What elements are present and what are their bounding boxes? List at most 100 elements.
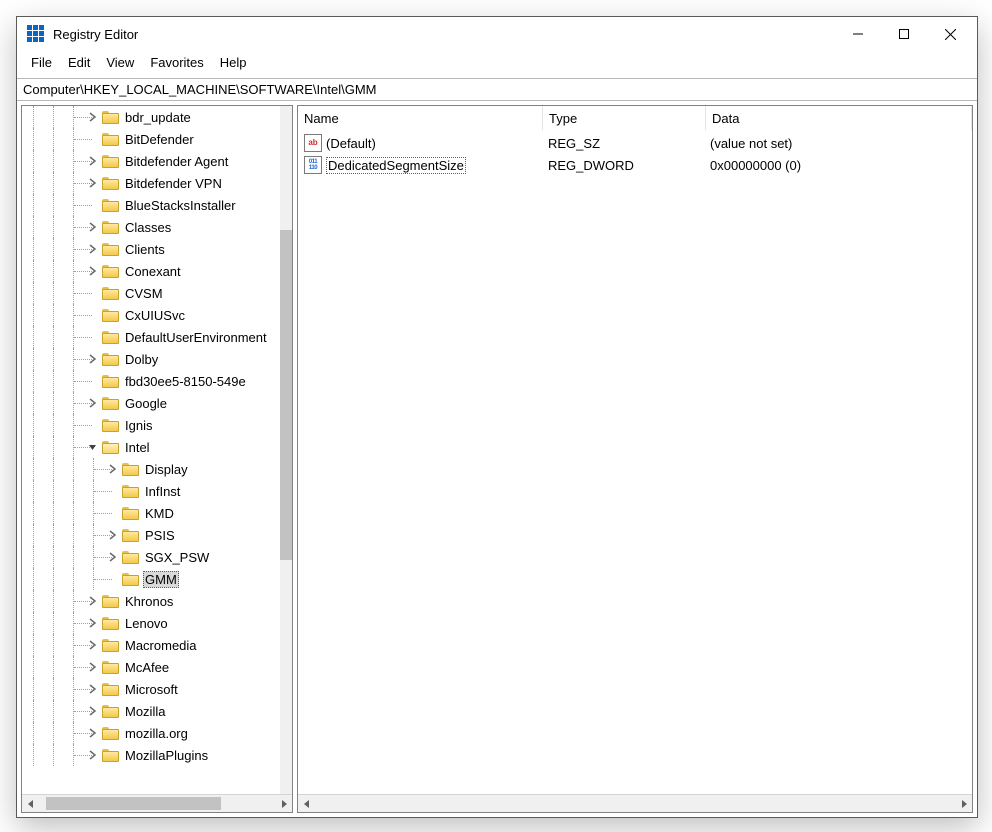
tree-item-label: SGX_PSW (143, 549, 211, 566)
tree-item[interactable]: Google (22, 392, 280, 414)
tree-item[interactable]: fbd30ee5-8150-549e (22, 370, 280, 392)
tree-item-label: PSIS (143, 527, 177, 544)
tree-item[interactable]: CxUIUSvc (22, 304, 280, 326)
tree-item[interactable]: Macromedia (22, 634, 280, 656)
column-name[interactable]: Name (298, 106, 543, 130)
expand-toggle[interactable] (106, 462, 120, 476)
menu-file[interactable]: File (23, 53, 60, 72)
tree-item-label: Dolby (123, 351, 160, 368)
folder-icon (102, 132, 119, 146)
scroll-right-icon[interactable] (275, 795, 292, 812)
menubar: File Edit View Favorites Help (17, 51, 977, 78)
menu-edit[interactable]: Edit (60, 53, 98, 72)
tree-item[interactable]: Bitdefender Agent (22, 150, 280, 172)
expand-toggle[interactable] (86, 660, 100, 674)
expand-toggle[interactable] (86, 638, 100, 652)
expand-toggle[interactable] (86, 110, 100, 124)
address-bar[interactable]: Computer\HKEY_LOCAL_MACHINE\SOFTWARE\Int… (17, 78, 977, 101)
tree-item[interactable]: McAfee (22, 656, 280, 678)
registry-tree[interactable]: bdr_update BitDefender Bitdefender Agent… (22, 106, 292, 794)
tree-item[interactable]: BitDefender (22, 128, 280, 150)
tree-item[interactable]: Clients (22, 238, 280, 260)
values-list[interactable]: ab (Default) REG_SZ (value not set) 0111… (298, 130, 972, 794)
tree-item[interactable]: Classes (22, 216, 280, 238)
tree-item-label: Conexant (123, 263, 183, 280)
titlebar[interactable]: Registry Editor (17, 17, 977, 51)
expand-toggle[interactable] (86, 176, 100, 190)
tree-item[interactable]: bdr_update (22, 106, 280, 128)
folder-icon (122, 572, 139, 586)
expand-toggle[interactable] (106, 550, 120, 564)
tree-item[interactable]: Display (22, 458, 280, 480)
tree-item[interactable]: Microsoft (22, 678, 280, 700)
expand-toggle[interactable] (86, 352, 100, 366)
tree-item[interactable]: Intel (22, 436, 280, 458)
expand-toggle[interactable] (86, 594, 100, 608)
expand-toggle[interactable] (86, 726, 100, 740)
scroll-right-icon[interactable] (955, 795, 972, 812)
column-type[interactable]: Type (543, 106, 706, 130)
value-data-label: 0x00000000 (0) (704, 158, 972, 173)
tree-item[interactable]: mozilla.org (22, 722, 280, 744)
value-row[interactable]: 011110 DedicatedSegmentSize REG_DWORD 0x… (298, 154, 972, 176)
tree-item[interactable]: Ignis (22, 414, 280, 436)
folder-icon (102, 374, 119, 388)
expand-toggle[interactable] (86, 682, 100, 696)
tree-vertical-scrollbar[interactable] (280, 106, 292, 794)
folder-icon (102, 616, 119, 630)
tree-item-label: Lenovo (123, 615, 170, 632)
list-horizontal-scrollbar[interactable] (298, 794, 972, 812)
expand-toggle[interactable] (86, 440, 100, 454)
tree-item-label: KMD (143, 505, 176, 522)
value-type-label: REG_DWORD (542, 158, 704, 173)
folder-icon (102, 748, 119, 762)
tree-item[interactable]: BlueStacksInstaller (22, 194, 280, 216)
maximize-button[interactable] (881, 19, 927, 49)
minimize-button[interactable] (835, 19, 881, 49)
tree-item-label: BlueStacksInstaller (123, 197, 238, 214)
tree-item[interactable]: DefaultUserEnvironment (22, 326, 280, 348)
menu-favorites[interactable]: Favorites (142, 53, 211, 72)
tree-item[interactable]: Dolby (22, 348, 280, 370)
tree-item[interactable]: SGX_PSW (22, 546, 280, 568)
tree-item-label: bdr_update (123, 109, 193, 126)
expand-toggle[interactable] (86, 242, 100, 256)
folder-icon (122, 528, 139, 542)
tree-item[interactable]: KMD (22, 502, 280, 524)
window-title: Registry Editor (53, 27, 138, 42)
folder-icon (122, 550, 139, 564)
tree-item[interactable]: MozillaPlugins (22, 744, 280, 766)
folder-icon (122, 462, 139, 476)
folder-icon (102, 440, 119, 454)
scroll-left-icon[interactable] (298, 795, 315, 812)
expand-toggle[interactable] (86, 220, 100, 234)
value-type-label: REG_SZ (542, 136, 704, 151)
folder-icon (102, 682, 119, 696)
tree-item[interactable]: Conexant (22, 260, 280, 282)
scroll-left-icon[interactable] (22, 795, 39, 812)
column-data[interactable]: Data (706, 106, 972, 130)
tree-item[interactable]: Mozilla (22, 700, 280, 722)
tree-item[interactable]: CVSM (22, 282, 280, 304)
tree-item[interactable]: GMM (22, 568, 280, 590)
tree-item[interactable]: Lenovo (22, 612, 280, 634)
menu-help[interactable]: Help (212, 53, 255, 72)
tree-horizontal-scrollbar[interactable] (22, 794, 292, 812)
folder-icon (102, 330, 119, 344)
expand-toggle[interactable] (86, 704, 100, 718)
expand-toggle[interactable] (86, 396, 100, 410)
tree-item[interactable]: Bitdefender VPN (22, 172, 280, 194)
tree-item[interactable]: PSIS (22, 524, 280, 546)
expand-toggle[interactable] (106, 528, 120, 542)
menu-view[interactable]: View (98, 53, 142, 72)
tree-item[interactable]: Khronos (22, 590, 280, 612)
values-panel: Name Type Data ab (Default) REG_SZ (valu… (297, 105, 973, 813)
tree-item[interactable]: InfInst (22, 480, 280, 502)
expand-toggle[interactable] (86, 264, 100, 278)
value-row[interactable]: ab (Default) REG_SZ (value not set) (298, 132, 972, 154)
expand-toggle[interactable] (86, 616, 100, 630)
close-button[interactable] (927, 19, 973, 49)
expand-toggle[interactable] (86, 748, 100, 762)
tree-panel: bdr_update BitDefender Bitdefender Agent… (21, 105, 293, 813)
expand-toggle[interactable] (86, 154, 100, 168)
